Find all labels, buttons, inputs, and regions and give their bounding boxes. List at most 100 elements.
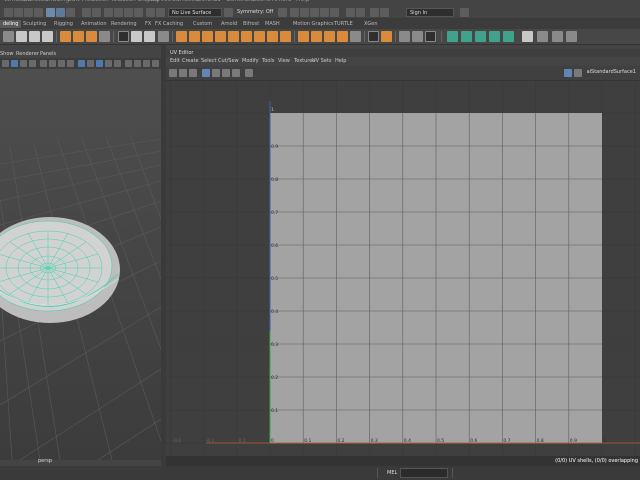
panel-layout-icon[interactable] bbox=[346, 8, 355, 17]
camera-select-icon[interactable] bbox=[2, 60, 9, 67]
uv-cut-icon[interactable] bbox=[537, 31, 548, 42]
shelf-tab-custom[interactable]: Custom bbox=[190, 20, 215, 28]
snapshot-icon[interactable] bbox=[245, 69, 253, 77]
shelf-tab-mash[interactable]: MASH bbox=[262, 20, 283, 28]
connect-icon[interactable] bbox=[324, 31, 335, 42]
select-component-icon[interactable] bbox=[66, 8, 75, 17]
command-input[interactable] bbox=[400, 468, 448, 478]
uv-menu-view[interactable]: View bbox=[278, 57, 290, 66]
smooth-icon[interactable] bbox=[144, 31, 155, 42]
hypershade-icon[interactable] bbox=[320, 8, 329, 17]
edge-mask-icon[interactable] bbox=[92, 8, 101, 17]
texture-object-name[interactable]: aiStandardSurface1 bbox=[587, 69, 636, 75]
menu-help[interactable]: Help bbox=[296, 0, 310, 3]
viewport-menu-renderer[interactable]: Renderer bbox=[16, 50, 39, 58]
shelf-tab-animation[interactable]: Animation bbox=[78, 20, 110, 28]
grid-toggle-icon[interactable] bbox=[40, 60, 47, 67]
shadows-icon[interactable] bbox=[125, 60, 132, 67]
cube-icon[interactable] bbox=[29, 31, 40, 42]
checker-map-icon[interactable] bbox=[222, 69, 230, 77]
offset-edge-icon[interactable] bbox=[280, 31, 291, 42]
insert-edge-loop-icon[interactable] bbox=[267, 31, 278, 42]
toggle-panels-icon[interactable] bbox=[356, 8, 365, 17]
texture-borders-icon[interactable] bbox=[212, 69, 220, 77]
plane-icon[interactable] bbox=[73, 31, 84, 42]
uv-menu-tools[interactable]: Tools bbox=[262, 57, 274, 66]
texture-filter-icon[interactable] bbox=[564, 69, 572, 77]
arnold-icon[interactable] bbox=[330, 8, 339, 17]
safe-action-icon[interactable] bbox=[67, 60, 74, 67]
plate-mesh[interactable] bbox=[0, 217, 120, 323]
help-icon[interactable] bbox=[460, 8, 469, 17]
menu-arnold[interactable]: Arnold bbox=[272, 0, 291, 3]
type-tool-icon[interactable] bbox=[86, 31, 97, 42]
xray-icon[interactable] bbox=[152, 60, 159, 67]
fill-hole-icon[interactable] bbox=[228, 31, 239, 42]
lasso-tool-icon[interactable] bbox=[14, 8, 23, 17]
quad-draw-icon[interactable] bbox=[298, 31, 309, 42]
snap-grid-icon[interactable] bbox=[34, 8, 43, 17]
uv-planar-icon[interactable] bbox=[447, 31, 458, 42]
slide-edge-icon[interactable] bbox=[337, 31, 348, 42]
delete-history-icon[interactable] bbox=[425, 31, 436, 42]
uv-menu-create[interactable]: Create bbox=[182, 57, 199, 66]
combine-icon[interactable] bbox=[118, 31, 129, 42]
viewport-menu-panels[interactable]: Panels bbox=[40, 50, 56, 58]
menu-surfaces[interactable]: Surfaces bbox=[172, 0, 198, 3]
channel-box-icon[interactable] bbox=[370, 8, 379, 17]
uv-menu-cut-sew[interactable]: Cut/Sew bbox=[218, 57, 239, 66]
shelf-tab-rendering[interactable]: Rendering bbox=[108, 20, 140, 28]
sphere-icon[interactable] bbox=[16, 31, 27, 42]
viewport-menu-show[interactable]: Show bbox=[0, 50, 14, 58]
image-display-icon[interactable] bbox=[179, 69, 187, 77]
ambient-occlusion-icon[interactable] bbox=[134, 60, 141, 67]
shaded-uv-icon[interactable] bbox=[189, 69, 197, 77]
uv-menu-modify[interactable]: Modify bbox=[242, 57, 259, 66]
shelf-options-icon[interactable] bbox=[3, 31, 14, 42]
snap-point-icon[interactable] bbox=[114, 8, 123, 17]
menu-cache[interactable]: Cache bbox=[252, 0, 271, 3]
menu-curves[interactable]: Curves bbox=[150, 0, 171, 3]
vertex-mask-icon[interactable] bbox=[82, 8, 91, 17]
isolate-select-icon[interactable] bbox=[143, 60, 150, 67]
camera-attributes-icon[interactable] bbox=[11, 60, 18, 67]
render-icon[interactable] bbox=[156, 8, 165, 17]
smooth-shade-icon[interactable] bbox=[87, 60, 94, 67]
snap-curve-icon[interactable] bbox=[104, 8, 113, 17]
uv-menu-edit[interactable]: Edit bbox=[170, 57, 180, 66]
shelf-tab-deling[interactable]: deling bbox=[0, 20, 22, 28]
uv-menu-select[interactable]: Select bbox=[201, 57, 216, 66]
uv-cylindrical-icon[interactable] bbox=[461, 31, 472, 42]
mirror-icon[interactable] bbox=[350, 31, 361, 42]
shelf-tab-arnold[interactable]: Arnold bbox=[218, 20, 240, 28]
ipr-render-icon[interactable] bbox=[300, 8, 309, 17]
shelf-tab-bifrost[interactable]: Bifrost bbox=[240, 20, 262, 28]
uv-camera-icon[interactable] bbox=[503, 31, 514, 42]
shelf-tab-motion-graphics[interactable]: Motion Graphics bbox=[290, 20, 337, 28]
attribute-editor-icon[interactable] bbox=[380, 8, 389, 17]
uv-menu-uv-sets[interactable]: UV Sets bbox=[312, 57, 332, 66]
menu-shading[interactable]: Shading bbox=[45, 0, 69, 3]
shelf-tab-sculpting[interactable]: Sculpting bbox=[20, 20, 49, 28]
paint-select-icon[interactable] bbox=[24, 8, 33, 17]
lights-icon[interactable] bbox=[114, 60, 121, 67]
append-polygon-icon[interactable] bbox=[215, 31, 226, 42]
shelf-tab-turtle[interactable]: TURTLE bbox=[331, 20, 356, 28]
bridge-icon[interactable] bbox=[189, 31, 200, 42]
symmetry-dropdown[interactable]: Symmetry: Off bbox=[234, 8, 273, 17]
uv-sew-icon[interactable] bbox=[552, 31, 563, 42]
menu-generate[interactable]: Generate bbox=[226, 0, 254, 3]
grid-display-icon[interactable] bbox=[169, 69, 177, 77]
wireframe-icon[interactable] bbox=[78, 60, 85, 67]
perspective-viewport[interactable] bbox=[0, 69, 161, 460]
extrude-icon[interactable] bbox=[176, 31, 187, 42]
render-settings-icon[interactable] bbox=[310, 8, 319, 17]
shelf-tab-fx-caching[interactable]: FX Caching bbox=[152, 20, 186, 28]
uv-unfold-icon[interactable] bbox=[566, 31, 577, 42]
shelf-tab-xgen[interactable]: XGen bbox=[361, 20, 381, 28]
uv-checker-icon[interactable] bbox=[522, 31, 533, 42]
uv-distortion-icon[interactable] bbox=[202, 69, 210, 77]
resolution-gate-icon[interactable] bbox=[58, 60, 65, 67]
separate-icon[interactable] bbox=[131, 31, 142, 42]
select-object-icon[interactable] bbox=[56, 8, 65, 17]
